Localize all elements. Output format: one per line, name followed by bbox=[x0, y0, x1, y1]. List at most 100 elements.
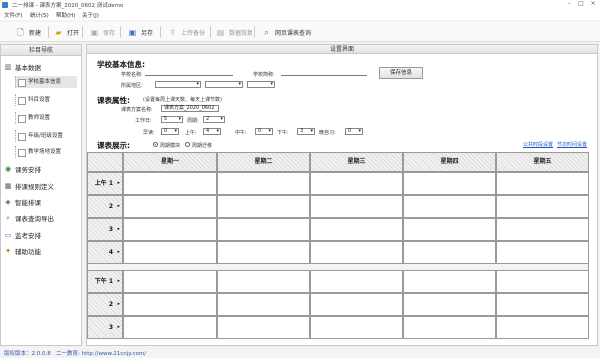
period-am-1[interactable]: 上午 1 ▸ bbox=[87, 172, 123, 195]
noon-select[interactable]: 0 bbox=[255, 128, 273, 135]
timetable-cell[interactable] bbox=[403, 195, 496, 218]
school-short-field[interactable] bbox=[281, 70, 367, 76]
timetable-cell[interactable] bbox=[496, 241, 589, 264]
sidebar-group-basic-data[interactable]: ▥ 基本数据 bbox=[4, 62, 41, 72]
timetable-cell[interactable] bbox=[496, 316, 589, 339]
save-icon: ▣ bbox=[90, 27, 99, 37]
sidebar-item-teachers[interactable]: 教师设置 bbox=[15, 112, 77, 124]
cycle-migrate-radio[interactable] bbox=[185, 142, 190, 147]
evening-select[interactable]: 0 bbox=[345, 128, 363, 135]
timetable-cell[interactable] bbox=[496, 218, 589, 241]
save-info-button[interactable]: 保存信息 bbox=[379, 67, 423, 79]
timetable-cell[interactable] bbox=[123, 316, 217, 339]
website-link[interactable]: 二一教育: http://www.21cnjy.com/ bbox=[56, 349, 146, 357]
period-am-4[interactable]: 4 ▸ bbox=[87, 241, 123, 264]
timetable-cell[interactable] bbox=[310, 172, 403, 195]
cycle-migrate-label: 周期迁移 bbox=[192, 143, 213, 149]
workday-select[interactable]: 5 bbox=[161, 116, 183, 123]
close-icon[interactable]: × bbox=[588, 0, 598, 7]
timetable-cell[interactable] bbox=[217, 218, 310, 241]
cycle-select[interactable]: 2 bbox=[203, 116, 225, 123]
new-file-icon: 🗋 bbox=[17, 27, 24, 37]
workday-label: 工作日: bbox=[135, 118, 152, 124]
web-timetable-button[interactable]: ⌕ 网页课表查询 bbox=[262, 27, 311, 37]
period-time-link[interactable]: 节次时间设置 bbox=[557, 141, 587, 148]
day-header-wed: 星期三 bbox=[310, 152, 403, 172]
upload-backup-button[interactable]: ⇪ 上传备份 bbox=[168, 27, 205, 37]
sidebar-item-subjects[interactable]: 科目设置 bbox=[15, 94, 77, 106]
period-pm-1[interactable]: 下午 1 ▸ bbox=[87, 270, 123, 293]
timetable-cell[interactable] bbox=[310, 316, 403, 339]
timetable-cell[interactable] bbox=[403, 218, 496, 241]
menu-file[interactable]: 文件(F) bbox=[4, 11, 22, 19]
timetable-grid: 星期一 星期二 星期三 星期四 星期五 上午 1 ▸ 2 ▸ 3 ▸ 4 ▸ 下午 1 ▸… bbox=[87, 152, 589, 340]
maximize-icon[interactable]: □ bbox=[576, 0, 586, 7]
timetable-cell[interactable] bbox=[217, 316, 310, 339]
menu-help[interactable]: 帮助(H) bbox=[56, 11, 75, 19]
period-pm-2[interactable]: 2 ▸ bbox=[87, 293, 123, 316]
period-pm-3[interactable]: 3 ▸ bbox=[87, 316, 123, 339]
timetable-cell[interactable] bbox=[217, 172, 310, 195]
sidebar-group-rules[interactable]: ▦ 排课规则定义 bbox=[4, 181, 54, 191]
cycle-module-radio[interactable] bbox=[153, 142, 158, 147]
timetable-cell[interactable] bbox=[403, 172, 496, 195]
timetable-cell[interactable] bbox=[496, 293, 589, 316]
save-button[interactable]: ▣ 保存 bbox=[90, 27, 115, 37]
public-period-link[interactable]: 公共时段设置 bbox=[523, 141, 553, 148]
open-button[interactable]: ▰ 打开 bbox=[54, 27, 79, 37]
sidebar-title: 栏目导航 bbox=[1, 45, 81, 56]
sidebar-item-venues[interactable]: 教学场地设置 bbox=[15, 146, 77, 158]
period-am-2[interactable]: 2 ▸ bbox=[87, 195, 123, 218]
timetable-cell[interactable] bbox=[123, 218, 217, 241]
sidebar-group-exam-proctor[interactable]: ▭ 监考安排 bbox=[4, 230, 41, 240]
timetable-cell[interactable] bbox=[123, 293, 217, 316]
panel-title: 设置界面 bbox=[87, 45, 597, 54]
district-select[interactable] bbox=[247, 81, 275, 88]
timetable-cell[interactable] bbox=[496, 270, 589, 293]
timetable-cell[interactable] bbox=[310, 195, 403, 218]
sidebar-item-grades-classes[interactable]: 年级/班级设置 bbox=[15, 130, 77, 142]
timetable-cell[interactable] bbox=[310, 270, 403, 293]
province-select[interactable] bbox=[155, 81, 201, 88]
menu-about[interactable]: 关于(J) bbox=[82, 11, 99, 19]
timetable-cell[interactable] bbox=[496, 195, 589, 218]
morning-select[interactable]: 4 bbox=[203, 128, 221, 135]
city-select[interactable] bbox=[205, 81, 243, 88]
afternoon-select[interactable]: 3 bbox=[297, 128, 315, 135]
timetable-cell[interactable] bbox=[403, 270, 496, 293]
rules-icon: ▦ bbox=[4, 182, 12, 190]
expand-arrow-icon: ▸ bbox=[117, 301, 120, 307]
new-button[interactable]: 🗋 新建 bbox=[16, 27, 41, 37]
save-as-button[interactable]: ▣ 另存 bbox=[128, 27, 153, 37]
day-header-fri: 星期五 bbox=[496, 152, 589, 172]
period-am-3[interactable]: 3 ▸ bbox=[87, 218, 123, 241]
timetable-cell[interactable] bbox=[310, 293, 403, 316]
sidebar-group-tools[interactable]: ✦ 辅助功能 bbox=[4, 246, 41, 256]
menu-stats[interactable]: 统计(S) bbox=[30, 11, 49, 19]
sidebar-group-smart-schedule[interactable]: ◈ 智能排课 bbox=[4, 197, 41, 207]
timetable-cell[interactable] bbox=[403, 241, 496, 264]
sidebar-group-course-arrangement[interactable]: ◉ 课务安排 bbox=[4, 164, 41, 174]
timetable-cell[interactable] bbox=[310, 241, 403, 264]
expand-arrow-icon: ▸ bbox=[117, 278, 120, 284]
sidebar-item-school-info[interactable]: 学校基本信息 bbox=[15, 76, 77, 88]
timetable-cell[interactable] bbox=[310, 218, 403, 241]
timetable-cell[interactable] bbox=[123, 270, 217, 293]
restore-button[interactable]: ▤ 数据恢复 bbox=[216, 27, 253, 37]
timetable-cell[interactable] bbox=[217, 195, 310, 218]
minimize-icon[interactable]: – bbox=[564, 0, 574, 7]
morning-read-select[interactable]: 0 bbox=[161, 128, 179, 135]
timetable-cell[interactable] bbox=[123, 172, 217, 195]
timetable-cell[interactable] bbox=[123, 195, 217, 218]
plan-name-input[interactable]: 课表方案_2020_0602 bbox=[161, 105, 219, 112]
timetable-cell[interactable] bbox=[123, 241, 217, 264]
timetable-cell[interactable] bbox=[217, 241, 310, 264]
sidebar-group-query-export[interactable]: ⌕ 课表查询导出 bbox=[4, 213, 54, 223]
upload-icon: ⇪ bbox=[169, 27, 176, 37]
timetable-cell[interactable] bbox=[403, 316, 496, 339]
timetable-cell[interactable] bbox=[403, 293, 496, 316]
timetable-cell[interactable] bbox=[217, 270, 310, 293]
timetable-cell[interactable] bbox=[496, 172, 589, 195]
school-name-field[interactable] bbox=[145, 70, 233, 76]
timetable-cell[interactable] bbox=[217, 293, 310, 316]
